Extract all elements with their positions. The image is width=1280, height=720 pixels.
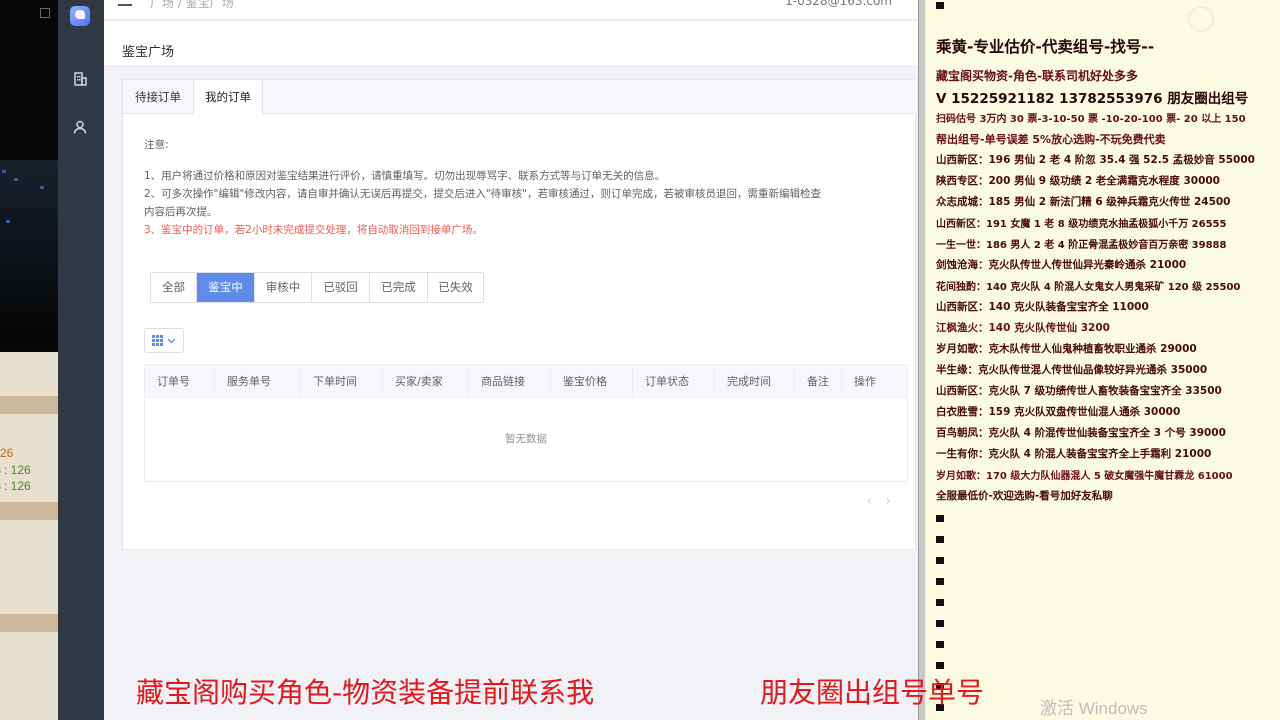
building-icon-svg: [74, 72, 87, 86]
status-filter-group: 全部 鉴宝中 审核中 已驳回 已完成 已失效: [150, 272, 484, 303]
column-header[interactable]: 完成时间: [715, 365, 795, 398]
tab-my-orders[interactable]: 我的订单: [193, 80, 263, 115]
notepad-line: 一生有你：克火队 4 阶混人装备宝宝齐全上手霜利 21000: [936, 448, 1212, 460]
notepad-line: 陕西专区：200 男仙 9 级功绩 2 老全满霜克水程度 30000: [936, 175, 1220, 187]
notice-line: 1、用户将通过价格和原因对鉴宝结果进行评价，请慎重填写。切勿出现辱骂字、联系方式…: [144, 170, 666, 182]
notepad-line: 山西新区：191 女魔 1 老 8 级功绩克水抽孟极狐小千万 26555: [936, 219, 1227, 230]
screen: 26 $ : 126 $ : 126 广场 / 鉴宝广场 1-0328@163.…: [0, 0, 1280, 720]
filter-all-button[interactable]: 全部: [151, 273, 196, 302]
filter-reviewing-button[interactable]: 审核中: [254, 273, 311, 302]
app-sidebar: [58, 0, 104, 720]
notepad-line: V 15225921182 13782553976 朋友圈出组号: [936, 91, 1249, 107]
notepad-line: 岁月如歌：克木队传世人仙鬼种植畜牧职业通杀 29000: [936, 343, 1197, 355]
column-toggle-button[interactable]: [144, 328, 184, 353]
column-header[interactable]: 订单号: [145, 365, 215, 398]
notepad-line: 乘黄-专业估价-代卖组号-找号--: [936, 38, 1155, 56]
background-app-video: [0, 160, 58, 340]
chevron-down-icon: [167, 338, 176, 343]
background-stat: 26: [0, 446, 14, 460]
filter-appraising-button[interactable]: 鉴宝中: [196, 273, 254, 302]
text-marker: [936, 599, 944, 606]
background-app-strip: 26 $ : 126 $ : 126: [0, 0, 58, 720]
breadcrumb: 广场 / 鉴宝广场: [150, 0, 234, 10]
text-marker: [936, 578, 944, 585]
empty-state: 暂无数据: [505, 433, 547, 445]
notepad-window: 乘黄-专业估价-代卖组号-找号-- 藏宝阁买物资-角色-联系司机好处多多 V 1…: [926, 0, 1280, 720]
overlay-caption-left: 藏宝阁购买角色-物资装备提前联系我: [136, 676, 595, 709]
user-icon[interactable]: [69, 116, 91, 138]
text-marker: [936, 662, 944, 669]
notepad-line: 帮出组号-单号误差 5%放心选购-不玩免费代卖: [936, 133, 1166, 146]
column-header[interactable]: 鉴宝价格: [551, 365, 633, 398]
top-bar: 广场 / 鉴宝广场 1-0328@163.com: [104, 0, 918, 20]
filter-expired-button[interactable]: 已失效: [427, 273, 483, 302]
column-header[interactable]: 买家/卖家: [383, 365, 469, 398]
window-splitter[interactable]: [918, 0, 926, 720]
notepad-line: 白衣胜雪：159 克火队双盘传世仙混人通杀 30000: [936, 406, 1181, 418]
notice-line: 2、可多次操作"编辑"修改内容，请自审并确认无误后再提交，提交后进入"待审核"，…: [144, 188, 821, 200]
background-app-band: [0, 502, 58, 520]
column-header[interactable]: 服务单号: [215, 365, 301, 398]
app-logo[interactable]: [70, 6, 90, 26]
grid-icon: [152, 335, 163, 346]
text-marker: [936, 515, 944, 522]
notepad-line: 江枫渔火：140 克火队传世仙 3200: [936, 322, 1110, 334]
page-title: 鉴宝广场: [122, 45, 175, 60]
filter-completed-button[interactable]: 已完成: [369, 273, 427, 302]
background-app-band: [0, 614, 58, 632]
notepad-line: 众志成城：185 男仙 2 新法门精 6 级神兵霜克火传世 24500: [936, 196, 1231, 208]
notepad-line: 岁月如歌：170 级大力队仙器混人 5 破女魔强牛魔甘霖龙 61000: [936, 471, 1233, 482]
user-account[interactable]: 1-0328@163.com: [785, 0, 892, 8]
text-marker: [936, 2, 944, 9]
notepad-line: 山西新区：196 男仙 2 老 4 阶忽 35.4 强 52.5 孟极妙音 55…: [936, 154, 1255, 166]
notice-block: 注意: 1、用户将通过价格和原因对鉴宝结果进行评价，请慎重填写。切勿出现辱骂字、…: [144, 136, 904, 239]
notice-line: 内容后再次提。: [144, 206, 218, 218]
prev-page-icon[interactable]: ‹: [867, 494, 886, 509]
main-content: 广场 / 鉴宝广场 1-0328@163.com 鉴宝广场 待接订单 我的订单 …: [104, 0, 918, 720]
background-stat: $ : 126: [0, 479, 31, 493]
notepad-line: 剑蚀沧海：克火队传世人传世仙异光秦岭通杀 21000: [936, 259, 1187, 271]
window-icon: [40, 8, 50, 18]
notepad-line: 百鸟朝凤：克火队 4 阶混传世仙装备宝宝齐全 3 个号 39000: [936, 427, 1226, 439]
building-icon[interactable]: [69, 68, 91, 90]
column-header[interactable]: 订单状态: [633, 365, 715, 398]
notepad-line: 全服最低价-欢迎选购-看号加好友私聊: [936, 490, 1113, 502]
notepad-line: 花间独酌：140 克火队 4 阶混人女鬼女人男鬼采矿 120 级 25500: [936, 282, 1241, 293]
notepad-line: 山西新区：140 克火队装备宝宝齐全 11000: [936, 301, 1149, 313]
windows-activation-watermark: 激活 Windows: [1040, 699, 1148, 718]
background-app-band: [0, 396, 58, 414]
pagination: ‹›: [867, 494, 905, 509]
page-header: 鉴宝广场: [104, 21, 918, 65]
text-marker: [936, 620, 944, 627]
notepad-line: 一生一世：186 男人 2 老 4 阶正骨混孟极妙音百万亲密 39888: [936, 240, 1227, 251]
background-stat: $ : 126: [0, 463, 31, 477]
filter-rejected-button[interactable]: 已驳回: [311, 273, 369, 302]
menu-icon[interactable]: [118, 0, 132, 6]
next-page-icon[interactable]: ›: [886, 494, 905, 509]
notice-warning: 3、鉴宝中的订单，若2小时未完成提交处理，将自动取消回到接单广场。: [144, 224, 483, 236]
overlay-caption-right: 朋友圈出组号单号: [760, 676, 985, 709]
tab-bar: 待接订单 我的订单: [123, 80, 917, 115]
text-marker: [936, 641, 944, 648]
notepad-line: 扫码估号 3万内 30 票-3-10-50 票 -10-20-100 票- 20…: [936, 114, 1246, 125]
column-header[interactable]: 下单时间: [301, 365, 383, 398]
orders-table: 订单号 服务单号 下单时间 买家/卖家 商品链接 鉴宝价格 订单状态 完成时间 …: [144, 364, 908, 482]
user-icon-svg: [73, 120, 87, 134]
background-app-panel: [0, 352, 58, 720]
text-marker: [936, 557, 944, 564]
notepad-line: 半生缘：克火队传世混人传世仙品像较好异光通杀 35000: [936, 364, 1208, 376]
notice-title: 注意:: [144, 139, 169, 151]
table-header: 订单号 服务单号 下单时间 买家/卖家 商品链接 鉴宝价格 订单状态 完成时间 …: [145, 365, 907, 398]
text-marker: [936, 536, 944, 543]
column-header[interactable]: 备注: [795, 365, 842, 398]
camera-icon: [1188, 6, 1214, 32]
content-card: 待接订单 我的订单 注意: 1、用户将通过价格和原因对鉴宝结果进行评价，请慎重填…: [122, 79, 917, 550]
tab-pending-orders[interactable]: 待接订单: [123, 80, 193, 114]
column-header[interactable]: 商品链接: [469, 365, 551, 398]
notepad-line: 山西新区：克火队 7 级功绩传世人畜牧装备宝宝齐全 33500: [936, 385, 1222, 397]
notepad-line: 藏宝阁买物资-角色-联系司机好处多多: [936, 69, 1138, 83]
column-header[interactable]: 操作: [842, 365, 907, 398]
